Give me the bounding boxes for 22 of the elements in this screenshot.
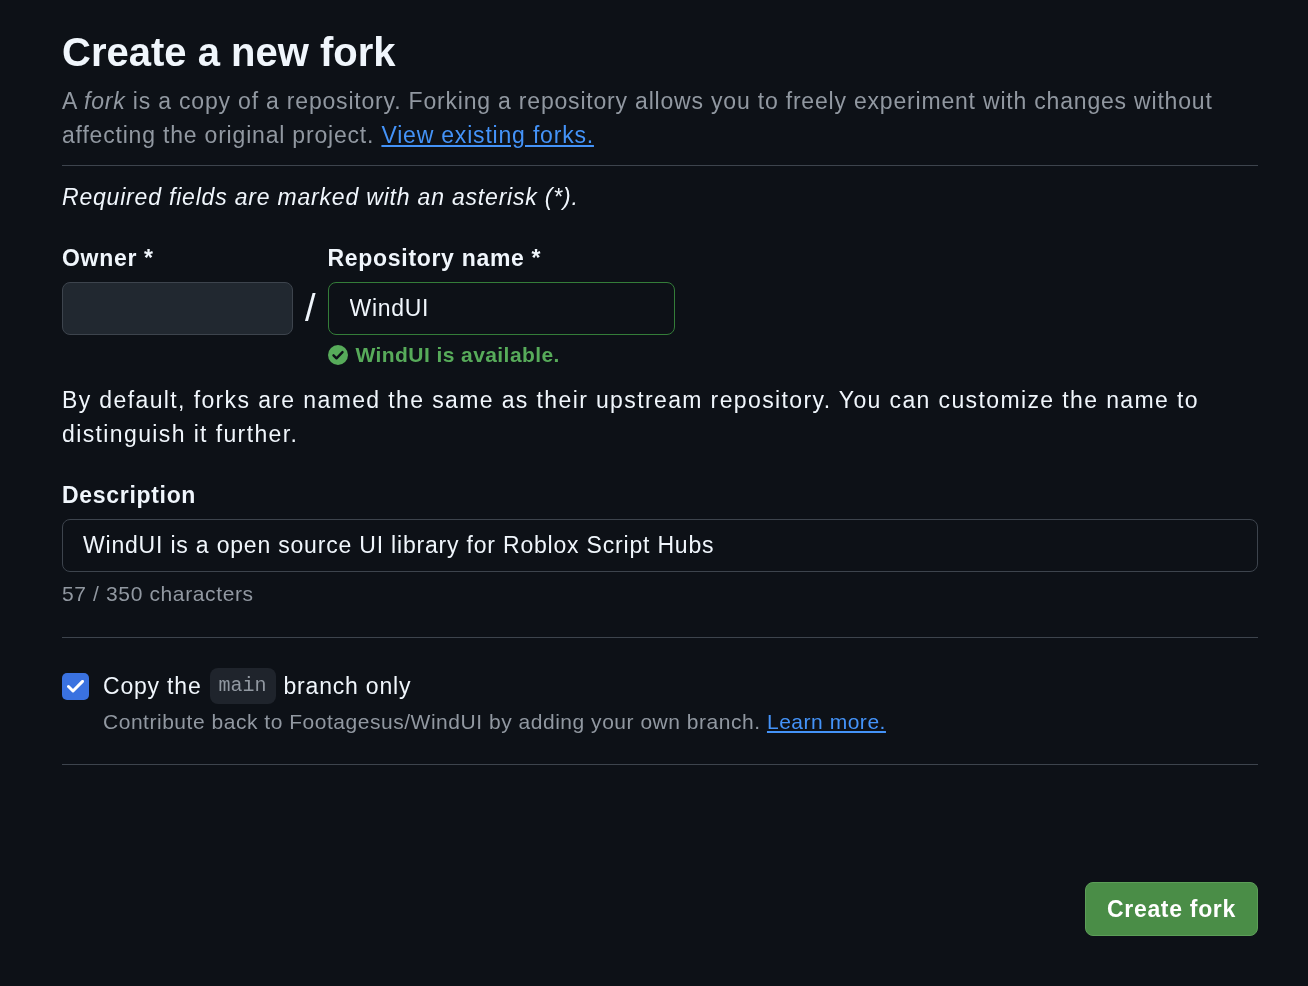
repository-name-field[interactable]: WindUI <box>327 282 675 335</box>
owner-field[interactable] <box>62 282 293 335</box>
description-label: Description <box>62 481 197 509</box>
learn-more-link[interactable]: Learn more. <box>766 710 886 733</box>
copy-branch-checkbox[interactable] <box>62 672 89 700</box>
character-counter: 57 / 350 characters <box>62 581 254 607</box>
path-separator: / <box>305 286 316 331</box>
naming-hint-text: By default, forks are named the same as their upstream repository. You can customize the name to distinguish it further. <box>62 386 1200 449</box>
branch-name-code: main <box>209 668 276 704</box>
checkbox-label: branch only <box>283 672 412 700</box>
required-fields-note: Required fields are marked with an asterisk (*). <box>62 183 579 212</box>
description-field[interactable]: WindUI is a open source UI library for Roblox Script Hubs <box>62 519 1258 572</box>
create-fork-button[interactable]: Create fork <box>1084 882 1258 936</box>
repository-name-label: Repository name * <box>327 244 542 272</box>
checkbox-label: Copy the <box>103 672 202 700</box>
owner-label: Owner * <box>62 244 154 272</box>
intro-text: A fork is a copy of a repository. Forking a repository allows you to freely experiment with changes without affecting the original project. View existing forks. <box>62 87 1214 150</box>
branch-hint-text: Contribute back to Footagesus/WindUI by adding your own branch. Learn more. <box>103 710 886 734</box>
availability-message: WindUI is available. <box>355 344 560 366</box>
page-title: Create a new fork <box>62 29 396 76</box>
view-forks-link[interactable]: View existing forks. <box>381 122 594 148</box>
check-icon <box>67 679 84 693</box>
